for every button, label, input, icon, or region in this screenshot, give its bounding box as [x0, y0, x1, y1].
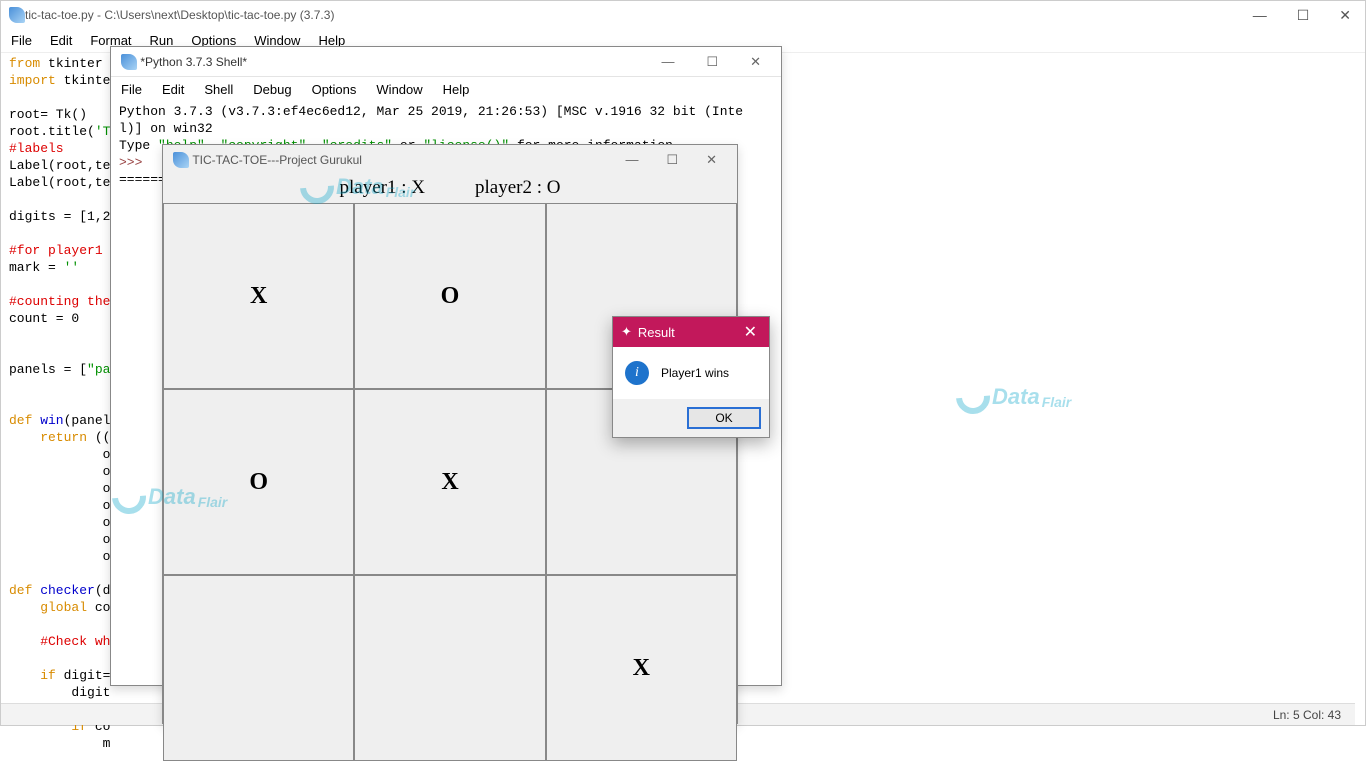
game-titlebar: TIC-TAC-TOE---Project Gurukul — ☐ ✕: [163, 145, 737, 175]
game-board: X O O X X: [163, 203, 737, 761]
shell-titlebar: *Python 3.7.3 Shell* — ☐ ✕: [111, 47, 781, 77]
shell-prompt: >>>: [119, 155, 150, 170]
dialog-buttons: OK: [613, 399, 769, 437]
maximize-button[interactable]: ☐: [1291, 5, 1316, 26]
player1-label: player1 : X: [340, 177, 425, 201]
close-button[interactable]: ✕: [740, 52, 771, 72]
cell-5[interactable]: X: [354, 389, 545, 575]
menu-edit[interactable]: Edit: [50, 33, 72, 48]
ide-titlebar: tic-tac-toe.py - C:\Users\next\Desktop\t…: [1, 1, 1365, 29]
game-window-controls: — ☐ ✕: [615, 150, 727, 170]
tk-icon: [173, 152, 189, 168]
cell-9[interactable]: X: [546, 575, 737, 761]
menu-window[interactable]: Window: [376, 82, 422, 97]
tk-icon: ✦: [621, 324, 632, 340]
cell-8[interactable]: [354, 575, 545, 761]
menu-file[interactable]: File: [11, 33, 32, 48]
maximize-button[interactable]: ☐: [696, 52, 728, 72]
menu-file[interactable]: File: [121, 82, 142, 97]
close-button[interactable]: ✕: [696, 150, 727, 170]
player2-label: player2 : O: [475, 177, 560, 201]
minimize-button[interactable]: —: [615, 150, 648, 170]
ide-window-controls: — ☐ ✕: [1247, 5, 1357, 26]
shell-window-controls: — ☐ ✕: [651, 52, 771, 72]
close-icon[interactable]: ✕: [740, 322, 761, 342]
game-title-text: TIC-TAC-TOE---Project Gurukul: [192, 153, 362, 167]
cell-7[interactable]: [163, 575, 354, 761]
menu-help[interactable]: Help: [443, 82, 470, 97]
dialog-title-text: Result: [638, 325, 675, 340]
cursor-position: Ln: 5 Col: 43: [1273, 708, 1341, 722]
info-icon: i: [625, 361, 649, 385]
dialog-body: i Player1 wins: [613, 347, 769, 399]
ok-button[interactable]: OK: [687, 407, 761, 429]
python-icon: [121, 54, 137, 70]
minimize-button[interactable]: —: [651, 52, 684, 72]
cell-4[interactable]: O: [163, 389, 354, 575]
game-player-labels: player1 : X player2 : O: [163, 175, 737, 201]
maximize-button[interactable]: ☐: [656, 150, 688, 170]
ide-title-text: tic-tac-toe.py - C:\Users\next\Desktop\t…: [25, 8, 334, 22]
cell-2[interactable]: O: [354, 203, 545, 389]
dialog-titlebar: ✦ Result ✕: [613, 317, 769, 347]
minimize-button[interactable]: —: [1247, 5, 1273, 26]
close-button[interactable]: ✕: [1333, 5, 1357, 26]
python-icon: [9, 7, 25, 23]
result-dialog: ✦ Result ✕ i Player1 wins OK: [612, 316, 770, 438]
shell-menubar: File Edit Shell Debug Options Window Hel…: [111, 77, 781, 101]
cell-1[interactable]: X: [163, 203, 354, 389]
menu-shell[interactable]: Shell: [204, 82, 233, 97]
shell-title-text: *Python 3.7.3 Shell*: [140, 55, 247, 69]
menu-debug[interactable]: Debug: [253, 82, 291, 97]
menu-edit[interactable]: Edit: [162, 82, 184, 97]
dialog-message: Player1 wins: [661, 366, 729, 380]
menu-options[interactable]: Options: [312, 82, 357, 97]
